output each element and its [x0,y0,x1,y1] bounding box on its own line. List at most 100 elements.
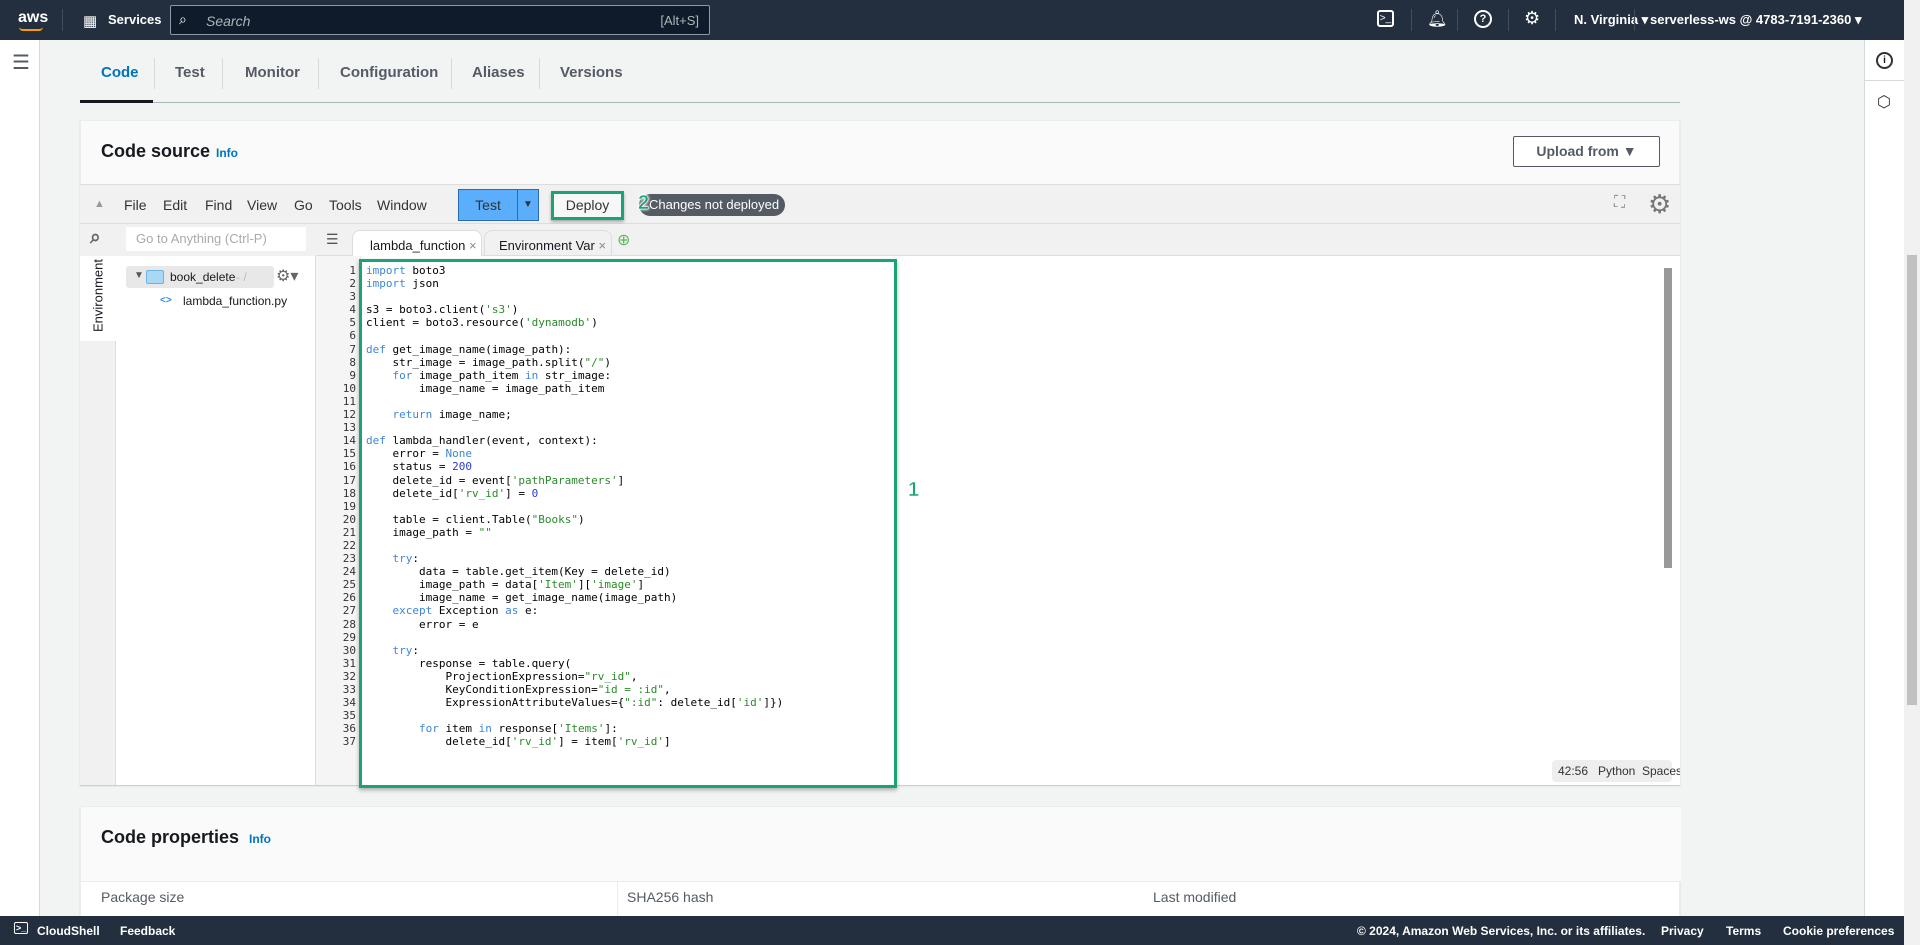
menu-go[interactable]: Go [294,197,313,213]
settings-gear-icon[interactable]: ⚙ [1524,8,1540,29]
cloudshell-link[interactable]: CloudShell [37,924,100,938]
line-number: 37 [342,735,356,749]
tab-list-icon[interactable]: ☰ [326,231,339,248]
line-number: 36 [342,722,356,736]
hamburger-menu-icon[interactable]: ☰ [12,50,30,75]
menu-window[interactable]: Window [377,197,427,213]
deploy-button[interactable]: Deploy [551,191,624,220]
callout-1: 1 [908,479,920,502]
menu-find[interactable]: Find [205,197,232,213]
line-number: 34 [342,696,356,710]
page-scrollbar-thumb[interactable] [1907,255,1917,705]
services-menu[interactable]: Services [108,12,162,27]
line-number: 6 [349,329,356,343]
cookie-preferences-link[interactable]: Cookie preferences [1783,924,1894,938]
menu-edit[interactable]: Edit [163,197,187,213]
line-number: 4 [349,303,356,317]
highlight-box-1 [359,259,897,788]
region-selector[interactable]: N. Virginia ▾ [1574,12,1648,28]
line-number: 8 [349,355,356,369]
fullscreen-icon[interactable]: ⛶ [1614,194,1625,212]
search-placeholder: Search [206,13,251,29]
goto-bar: ⌕ Go to Anything (Ctrl-P) [80,224,316,256]
line-number: 2 [349,277,356,291]
search-icon[interactable]: ⌕ [90,227,101,249]
tab-configuration[interactable]: Configuration [340,64,438,81]
upload-from-label: Upload from [1536,143,1619,159]
feedback-link[interactable]: Feedback [120,924,175,938]
editor-tab-label: lambda_function [370,238,466,253]
privacy-link[interactable]: Privacy [1661,924,1704,938]
tab-code[interactable]: Code [101,64,139,81]
language-mode[interactable]: Python [1598,764,1635,778]
menu-file[interactable]: File [124,197,147,213]
upload-from-button[interactable]: Upload from ▼ [1513,136,1660,167]
line-number: 23 [342,552,356,566]
cloudshell-icon[interactable]: >_ [1377,10,1394,27]
editor-tab-environment-variables[interactable]: Environment Var × [484,230,612,256]
test-button[interactable]: Test [458,189,518,221]
python-file-icon: <> [160,295,172,306]
services-grid-icon: ▦ [83,13,97,30]
help-icon[interactable]: ? [1474,10,1492,28]
indentation-setting[interactable]: Spaces: 4 [1642,764,1680,778]
search-shortcut: [Alt+S] [660,13,699,28]
collapse-triangle-icon[interactable]: ▲ [94,198,105,210]
line-number: 22 [342,538,356,552]
sha256-hash-label: SHA256 hash [627,889,714,905]
environment-tab-label: Environment [90,259,106,332]
line-number: 19 [342,499,356,513]
line-number: 5 [349,316,356,330]
page-scrollbar[interactable] [1904,0,1920,945]
hexagon-tool-icon[interactable]: ⬡ [1877,92,1891,112]
tab-monitor[interactable]: Monitor [245,64,300,81]
environment-side-tab[interactable]: Environment [80,256,116,785]
line-number: 14 [342,434,356,448]
code-properties-info-link[interactable]: Info [249,832,271,846]
file-tree: ▼ book_delete - / ⚙▾ <> lambda_function.… [116,256,316,785]
line-number: 18 [342,486,356,500]
code-source-info-link[interactable]: Info [216,146,238,160]
line-numbers: 1 2 3 4 5 6 7 8 9 10 11 12 13 14 15 16 17 18 19 20 21 22 23 24 2… [316,264,356,748]
tab-aliases[interactable]: Aliases [472,64,525,81]
top-navigation-bar: aws ▦ Services ⌕ Search [Alt+S] >_ 🔔︎ ? … [0,0,1904,40]
line-number: 24 [342,565,356,579]
footer: >_ CloudShell Feedback © 2024, Amazon We… [0,916,1904,945]
line-number: 32 [342,669,356,683]
menu-view[interactable]: View [247,197,277,213]
editor-tab-lambda-function[interactable]: lambda_function × [352,230,482,257]
folder-book-delete[interactable]: ▼ book_delete - / [126,266,274,288]
cloudshell-icon[interactable]: >_ [14,922,29,934]
editor-tab-label: Environment Var [499,238,595,253]
editor-scrollbar[interactable] [1664,268,1672,568]
line-number: 10 [342,381,356,395]
goto-anything-input[interactable]: Go to Anything (Ctrl-P) [126,227,306,251]
notifications-bell-icon[interactable]: 🔔︎ [1427,9,1447,29]
account-label: serverless-ws @ 4783-7191-2360 [1650,12,1852,27]
active-tab-indicator [80,100,153,103]
line-number: 13 [342,421,356,435]
left-navigation-panel: ☰ [0,40,40,916]
new-tab-plus-icon[interactable]: ⊕ [617,230,630,250]
expand-triangle-icon[interactable]: ▼ [134,270,144,281]
info-panel-icon[interactable]: i [1876,52,1893,69]
account-menu[interactable]: serverless-ws @ 4783-7191-2360 ▾ [1650,12,1861,28]
menu-tools[interactable]: Tools [329,197,362,213]
line-number: 17 [342,473,356,487]
search-icon: ⌕ [179,11,187,27]
right-tools-panel: i ⬡ [1864,40,1905,916]
tab-versions[interactable]: Versions [560,64,623,81]
ide-preferences-gear-icon[interactable]: ⚙ [1648,189,1671,220]
callout-2: 2 [638,192,650,215]
code-source-title: Code source [101,141,211,161]
tab-test[interactable]: Test [175,64,205,81]
tree-settings-gear-icon[interactable]: ⚙▾ [276,266,298,286]
line-number: 33 [342,683,356,696]
folder-icon [146,270,164,284]
search-input[interactable]: ⌕ Search [Alt+S] [170,5,710,35]
editor-tabs-bar: ☰ lambda_function × Environment Var × ⊕ [316,224,1680,257]
aws-logo[interactable]: aws [18,9,48,27]
file-lambda-function[interactable]: lambda_function.py [183,294,287,308]
test-dropdown-button[interactable]: ▼ [517,189,539,221]
terms-link[interactable]: Terms [1726,924,1761,938]
